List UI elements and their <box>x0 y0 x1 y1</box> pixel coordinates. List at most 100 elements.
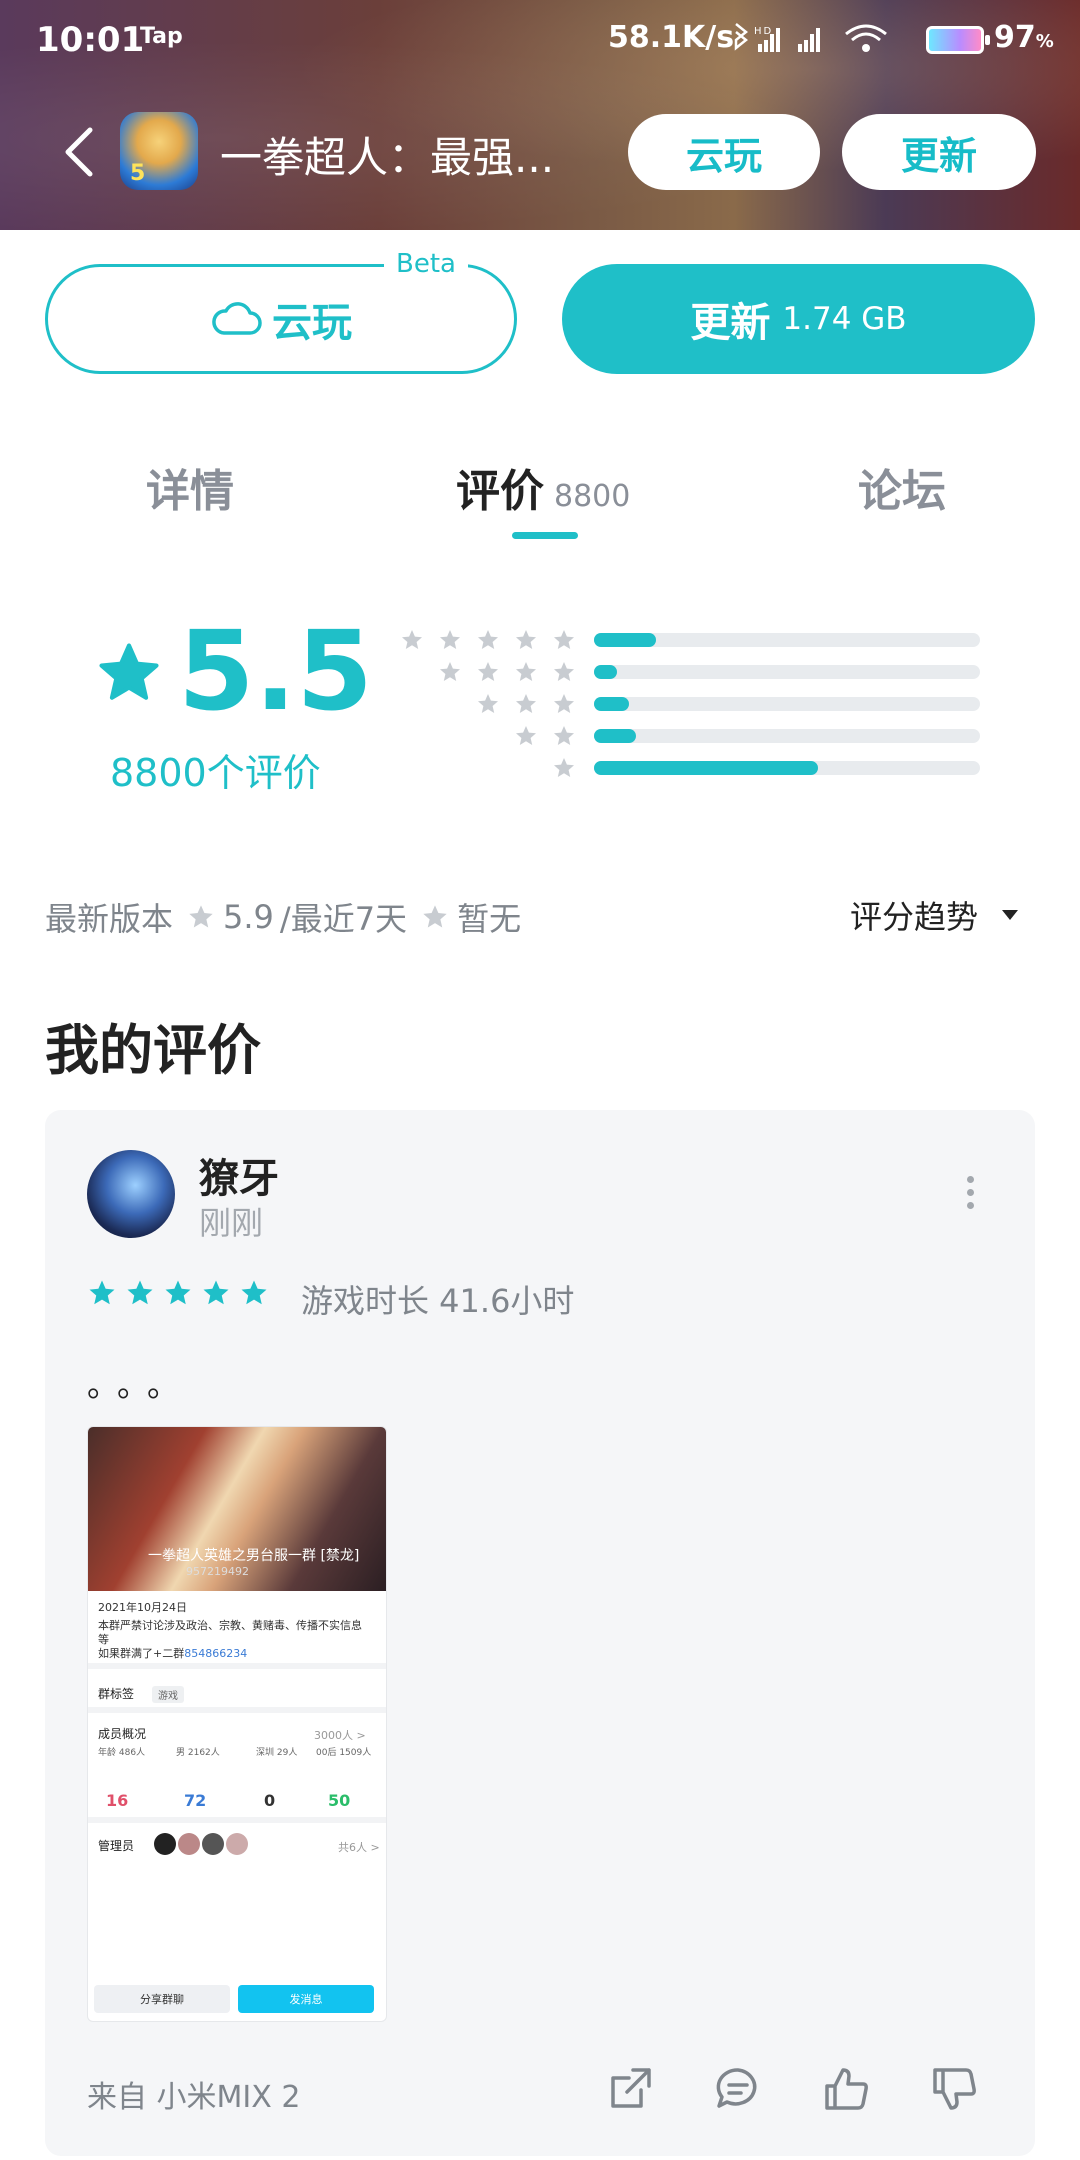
screenshot-notice: 本群严禁讨论涉及政治、宗教、黄赌毒、传播不实信息 <box>98 1619 362 1632</box>
star-icon <box>99 643 159 700</box>
rating-bar-fill <box>594 697 629 711</box>
review-username[interactable]: 獠牙 <box>199 1146 279 1204</box>
share-group-button: 分享群聊 <box>94 1985 230 2013</box>
update-size: 1.74 GB <box>782 301 907 337</box>
screenshot-admins-label: 管理员 <box>98 1839 135 1853</box>
star-icon <box>554 758 574 777</box>
star-icon <box>554 662 574 681</box>
cloud-play-button[interactable]: 云玩 <box>45 264 517 374</box>
version-rating-row: 最新版本 5.9 /最近7天 暂无 <box>45 894 521 940</box>
screenshot-tags-label: 群标签 <box>98 1687 135 1701</box>
rating-trend-label: 评分趋势 <box>850 898 979 936</box>
admin-avatars <box>154 1833 248 1855</box>
status-bar: 10:01 Tap 58.1K/s HD 97% <box>0 18 1080 62</box>
average-score: 5.5 <box>178 607 373 735</box>
star-icon <box>203 1280 229 1305</box>
star-icon <box>478 662 498 681</box>
tab-forum[interactable]: 论坛 <box>858 455 946 519</box>
screenshot-stat-label: 年龄 486人 <box>98 1748 146 1758</box>
rating-bar-track <box>594 761 980 775</box>
star-icon <box>516 662 536 681</box>
header-update-button[interactable]: 更新 <box>842 114 1036 190</box>
screenshot-stat-label: 00后 1509人 <box>316 1748 372 1758</box>
review-stars <box>87 1278 277 1308</box>
star-icon <box>516 726 536 745</box>
tab-details[interactable]: 详情 <box>146 455 234 519</box>
playtime: 游戏时长 41.6小时 <box>301 1282 575 1320</box>
star-icon <box>423 905 447 928</box>
cloud-icon <box>212 302 262 335</box>
recent-label: /最近7天 <box>279 900 408 938</box>
review-device: 来自 小米MIX 2 <box>87 2080 301 2115</box>
app-header: 10:01 Tap 58.1K/s HD 97% 一拳超人：最强... 云玩 <box>0 0 1080 230</box>
status-app-label: Tap <box>140 24 183 49</box>
star-icon <box>554 726 574 745</box>
rating-bar-fill <box>594 633 656 647</box>
star-icon <box>165 1280 191 1305</box>
battery-percent: 97% <box>994 20 1054 55</box>
rating-bar-track <box>594 729 980 743</box>
thumbs-up-icon[interactable] <box>821 2064 871 2114</box>
star-icon <box>554 630 574 649</box>
screenshot-notice-3: 如果群满了+二群854866234 <box>98 1647 248 1660</box>
latest-version-label: 最新版本 <box>45 900 174 938</box>
divider <box>88 1663 386 1669</box>
star-icon <box>516 694 536 713</box>
thumbs-down-icon[interactable] <box>929 2064 979 2114</box>
screenshot-stat-value: 50 <box>328 1791 351 1810</box>
rating-count: 8800个评价 <box>110 751 321 795</box>
tab-reviews-count: 8800 <box>554 479 631 514</box>
screenshot-date: 2021年10月24日 <box>98 1601 187 1614</box>
screenshot-stat-value: 72 <box>184 1791 207 1810</box>
star-icon <box>440 662 460 681</box>
star-icon <box>478 630 498 649</box>
my-review-title: 我的评价 <box>45 1019 261 1082</box>
review-content: 。。。 <box>87 1366 194 1404</box>
tab-reviews[interactable]: 评价 8800 <box>456 455 630 519</box>
signal-wifi-icons: HD <box>728 20 918 63</box>
star-icon <box>189 905 213 928</box>
back-arrow-icon[interactable] <box>58 124 98 180</box>
app-title: 一拳超人：最强... <box>220 133 555 182</box>
more-options-icon[interactable] <box>967 1176 975 1209</box>
cloud-play-label: 云玩 <box>272 300 352 346</box>
avatar[interactable] <box>87 1150 175 1238</box>
header-cloud-play-button[interactable]: 云玩 <box>628 114 820 190</box>
share-icon[interactable] <box>605 2064 655 2114</box>
star-icon <box>89 1280 115 1305</box>
screenshot-tag: 游戏 <box>152 1686 184 1703</box>
screenshot-group-id: 957219492 <box>186 1565 249 1578</box>
star-icon <box>127 1280 153 1305</box>
screenshot-group-title: 一拳超人英雄之男台服一群 [禁龙] <box>148 1548 360 1564</box>
review-time: 刚刚 <box>199 1204 264 1242</box>
screenshot-stat-value: 16 <box>106 1791 129 1810</box>
rating-trend-dropdown[interactable]: 评分趋势 <box>850 892 1019 938</box>
screenshot-stat-label: 深圳 29人 <box>256 1748 298 1758</box>
update-label: 更新 <box>690 300 771 346</box>
battery-icon <box>926 26 990 54</box>
divider <box>88 1707 386 1713</box>
rating-bar-fill <box>594 729 637 743</box>
screenshot-members-total: 3000人 > <box>314 1729 366 1742</box>
rating-bar-track <box>594 633 980 647</box>
star-icon <box>554 694 574 713</box>
app-icon <box>120 112 198 190</box>
comment-icon[interactable] <box>713 2064 763 2114</box>
screenshot-stat-label: 男 2162人 <box>176 1748 220 1758</box>
send-message-button: 发消息 <box>238 1985 374 2013</box>
beta-label: Beta <box>384 249 468 279</box>
star-icon <box>440 630 460 649</box>
rating-bar-fill <box>594 665 618 679</box>
network-speed: 58.1K/s <box>608 20 735 55</box>
screenshot-admins-count: 共6人 > <box>338 1841 380 1854</box>
review-card: 獠牙 刚刚 游戏时长 41.6小时 。。。 一拳超人英雄之男台服一群 [禁龙] … <box>45 1110 1035 2156</box>
latest-version-score: 5.9 <box>223 898 274 936</box>
status-time: 10:01 <box>36 20 145 60</box>
title-bar: 一拳超人：最强... 云玩 更新 <box>0 112 1080 192</box>
update-button[interactable]: 更新 1.74 GB <box>562 264 1035 374</box>
review-screenshot[interactable]: 一拳超人英雄之男台服一群 [禁龙] 957219492 2021年10月24日 … <box>87 1426 387 2022</box>
caret-down-icon <box>1002 910 1019 920</box>
tab-indicator <box>512 532 578 539</box>
star-icon <box>478 694 498 713</box>
divider <box>88 1817 386 1823</box>
